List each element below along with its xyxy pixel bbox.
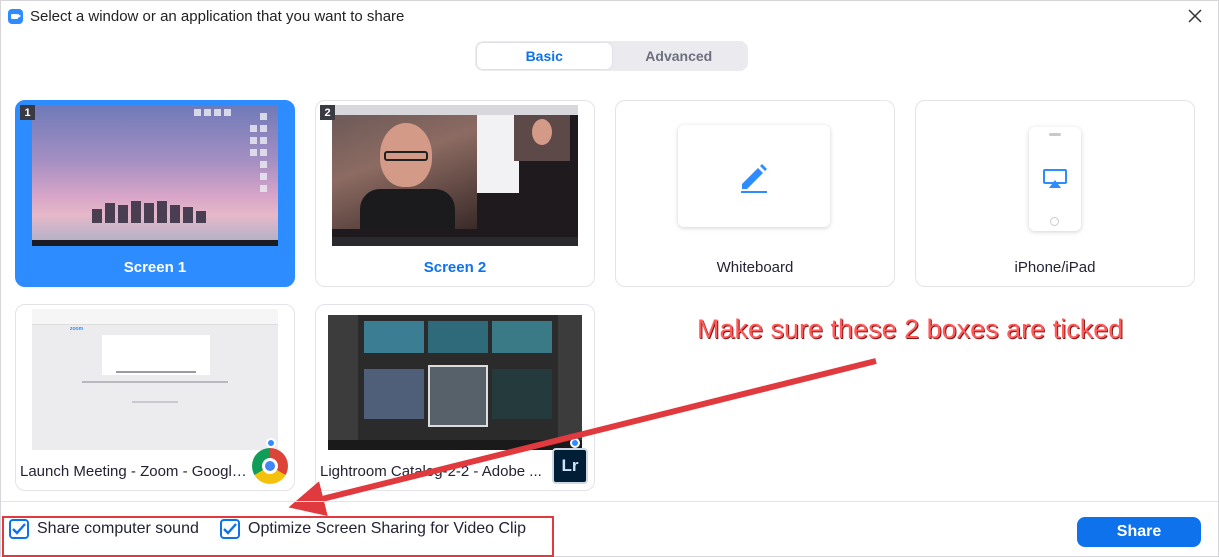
tab-advanced[interactable]: Advanced [612,43,747,69]
screen-number-badge: 2 [320,105,335,120]
screen-number-badge: 1 [20,105,35,120]
chrome-icon [252,448,288,484]
lightroom-icon: Lr [552,448,588,484]
checkmark-icon [223,523,237,535]
share-mode-tabs: Basic Advanced [475,41,748,71]
share-computer-sound-label: Share computer sound [37,520,199,537]
annotation-text: Make sure these 2 boxes are ticked [697,314,1124,344]
share-option-whiteboard[interactable]: Whiteboard [615,100,895,287]
whiteboard-preview [678,125,830,227]
launch-meeting-thumbnail: zoom [32,309,278,450]
window-title: Select a window or an application that y… [30,8,405,25]
screen-1-thumbnail [32,105,278,246]
bottom-divider [1,501,1218,502]
checkbox-box [220,519,240,539]
share-option-iphone-ipad[interactable]: iPhone/iPad [915,100,1195,287]
zoom-logo-icon [8,9,23,24]
share-option-screen-1[interactable]: 1 Screen 1 [15,100,295,287]
close-icon [1188,9,1202,23]
tab-basic[interactable]: Basic [477,43,612,69]
iphone-ipad-label: iPhone/iPad [1014,259,1096,276]
optimize-video-clip-checkbox[interactable]: Optimize Screen Sharing for Video Clip [220,519,526,539]
lightroom-label: Lightroom Catalog-2-2 - Adobe ... [320,463,542,480]
airplay-icon [1043,169,1067,188]
whiteboard-label: Whiteboard [716,259,794,276]
share-option-launch-meeting-window[interactable]: zoom Launch Meeting - Zoom - Google... [15,304,295,491]
checkmark-icon [12,523,26,535]
share-option-screen-2[interactable]: 2 Screen 2 [315,100,595,287]
optimize-video-clip-label: Optimize Screen Sharing for Video Clip [248,520,527,537]
screen-2-thumbnail [332,105,578,246]
share-screen-dialog: Select a window or an application that y… [0,0,1219,557]
launch-meeting-label: Launch Meeting - Zoom - Google... [20,463,250,480]
lightroom-thumbnail [328,315,582,450]
phone-preview [1029,127,1081,231]
screen-1-label: Screen 1 [123,259,187,276]
share-computer-sound-checkbox[interactable]: Share computer sound [9,519,199,539]
share-option-lightroom-window[interactable]: Lightroom Catalog-2-2 - Adobe ... Lr [315,304,595,491]
close-button[interactable] [1184,5,1206,27]
checkbox-box [9,519,29,539]
screen-2-label: Screen 2 [423,259,487,276]
pencil-icon [741,164,767,193]
share-button[interactable]: Share [1077,517,1201,547]
zoom-brand-text: zoom [70,326,84,332]
title-bar: Select a window or an application that y… [1,1,1218,31]
